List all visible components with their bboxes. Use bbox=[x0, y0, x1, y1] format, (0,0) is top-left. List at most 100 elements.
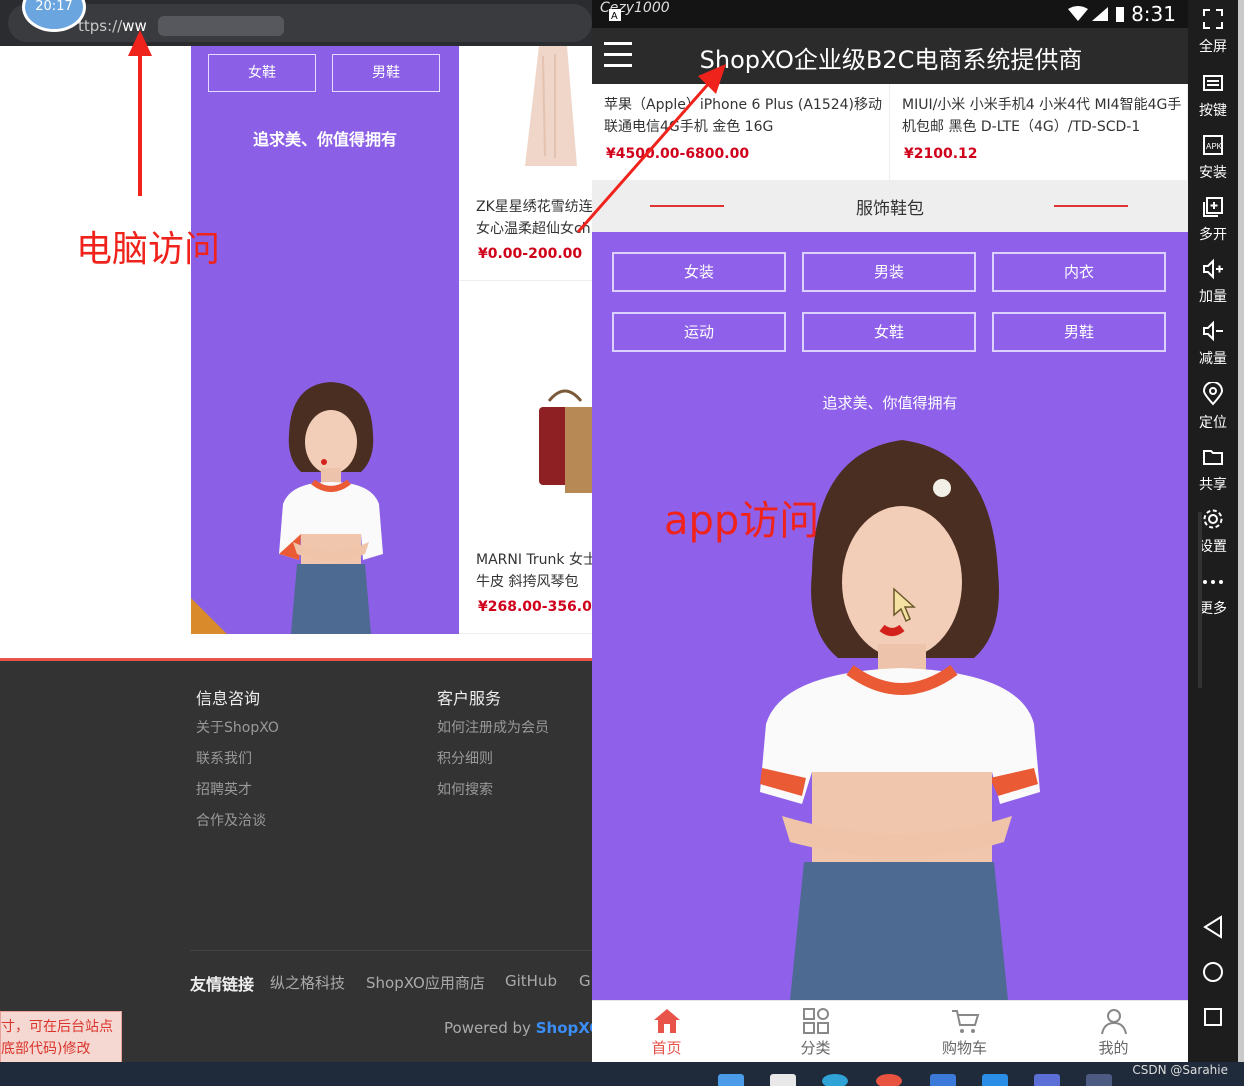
tab-label: 购物车 bbox=[941, 1039, 987, 1057]
taskbar-app-icon[interactable] bbox=[982, 1074, 1008, 1086]
notice-line: 寸，可在后台站点 bbox=[1, 1019, 113, 1035]
location-icon bbox=[1202, 381, 1224, 406]
category-banner: 女装 男装 内衣 运动 女鞋 男鞋 追求美、你值得拥有 bbox=[592, 232, 1188, 1000]
keyboard-icon bbox=[1203, 75, 1223, 91]
product-card-xiaomi[interactable]: MIUI/小米 小米手机4 小米4代 MI4智能4G手机包邮 黑色 D-LTE（… bbox=[890, 84, 1188, 180]
footer-link[interactable]: 积分细则 bbox=[437, 748, 493, 768]
volume-up-icon bbox=[1203, 258, 1223, 280]
install-apk-button[interactable]: APK 安装 bbox=[1188, 134, 1238, 182]
product-name[interactable]: MARNI Trunk 女士 bbox=[476, 549, 592, 571]
volume-down-button[interactable]: 减量 bbox=[1188, 320, 1238, 368]
multi-open-icon bbox=[1203, 197, 1223, 217]
footer-link[interactable]: 关于ShopXO bbox=[196, 717, 279, 737]
chrome-icon[interactable] bbox=[876, 1074, 902, 1086]
location-button[interactable]: 定位 bbox=[1188, 381, 1238, 432]
taskbar-app-icon[interactable] bbox=[1086, 1074, 1112, 1086]
share-button[interactable]: 共享 bbox=[1188, 446, 1238, 494]
category-banner: 女鞋 男鞋 追求美、你值得拥有 bbox=[191, 46, 459, 634]
fullscreen-icon bbox=[1203, 9, 1223, 29]
site-footer: 信息咨询 关于ShopXO 联系我们 招聘英才 合作及洽谈 客户服务 如何注册成… bbox=[0, 658, 592, 1062]
keyboard-button[interactable]: 按键 bbox=[1188, 72, 1238, 120]
tab-profile[interactable]: 我的 bbox=[1039, 1001, 1188, 1062]
corner-fold bbox=[191, 598, 227, 634]
tab-cart[interactable]: 购物车 bbox=[890, 1001, 1039, 1062]
footer-link[interactable]: 招聘英才 bbox=[196, 779, 252, 799]
url-field[interactable]: ttps://ww bbox=[8, 4, 592, 42]
footer-col-title: 信息咨询 bbox=[196, 689, 261, 708]
tab-home[interactable]: 首页 bbox=[592, 1001, 741, 1062]
product-price: ¥2100.12 bbox=[904, 146, 978, 162]
user-icon bbox=[1100, 1009, 1127, 1035]
notice-line: 底部代码)修改 bbox=[1, 1041, 91, 1057]
taskbar-app-icon[interactable] bbox=[1034, 1074, 1060, 1086]
side-label: 共享 bbox=[1199, 477, 1227, 493]
banner-slogan: 追求美、你值得拥有 bbox=[252, 130, 397, 149]
footer-notice: 寸，可在后台站点 底部代码)修改 bbox=[0, 1011, 122, 1062]
footer-link[interactable]: 如何注册成为会员 bbox=[437, 717, 549, 737]
tab-category[interactable]: 分类 bbox=[741, 1001, 890, 1062]
category-button[interactable]: 男鞋 bbox=[992, 312, 1166, 352]
windows-taskbar: CSDN @Sarahie bbox=[0, 1062, 1244, 1086]
product-name[interactable]: MIUI/小米 小米手机4 小米4代 MI4智能4G手机包邮 黑色 D-LTE（… bbox=[902, 94, 1182, 138]
product-name-line2[interactable]: 牛皮 斜挎风琴包 bbox=[476, 571, 578, 593]
status-bar: Cezy1000 A 8:31 bbox=[592, 0, 1188, 28]
side-label: 加量 bbox=[1199, 289, 1227, 305]
footer-link[interactable]: 合作及洽谈 bbox=[196, 810, 266, 830]
settings-icon bbox=[1203, 509, 1223, 529]
edge-browser-icon[interactable] bbox=[822, 1074, 848, 1086]
side-label: 多开 bbox=[1199, 227, 1227, 243]
volume-up-button[interactable]: 加量 bbox=[1188, 258, 1238, 306]
friend-link[interactable]: ShopXO应用商店 bbox=[366, 972, 485, 993]
bottom-tab-bar: 首页 分类 购物车 我的 bbox=[592, 1000, 1188, 1062]
more-icon bbox=[1203, 580, 1223, 584]
volume-down-icon bbox=[1203, 320, 1223, 342]
taskbar-app-icon[interactable] bbox=[770, 1074, 796, 1086]
side-scroll-track bbox=[1198, 512, 1202, 688]
product-price: ¥0.00-200.00 bbox=[478, 246, 583, 262]
powered-brand[interactable]: ShopXO bbox=[536, 1019, 592, 1037]
category-button[interactable]: 男装 bbox=[802, 252, 976, 292]
nav-recents-icon[interactable] bbox=[1203, 1007, 1223, 1027]
category-button[interactable]: 女装 bbox=[612, 252, 786, 292]
csdn-watermark: CSDN @Sarahie bbox=[1132, 1063, 1228, 1077]
footer-col-title: 客户服务 bbox=[437, 689, 502, 708]
tab-label: 我的 bbox=[1098, 1039, 1129, 1057]
emulator-side-panel: 全屏 按键 APK 安装 多开 加量 减量 定位 共享 设置 更多 bbox=[1188, 0, 1238, 1062]
category-button[interactable]: 女鞋 bbox=[802, 312, 976, 352]
side-label: 按键 bbox=[1199, 103, 1227, 119]
svg-text:APK: APK bbox=[1206, 142, 1223, 151]
nav-back-icon[interactable] bbox=[1203, 915, 1223, 939]
annotation-pc-access: 电脑访问 bbox=[76, 229, 221, 270]
footer-link[interactable]: 如何搜索 bbox=[437, 779, 493, 799]
blurred-url bbox=[158, 16, 284, 36]
category-button[interactable]: 内衣 bbox=[992, 252, 1166, 292]
multi-open-button[interactable]: 多开 bbox=[1188, 196, 1238, 244]
category-button[interactable]: 运动 bbox=[612, 312, 786, 352]
product-price: ¥268.00-356.00 bbox=[478, 599, 592, 615]
powered-prefix: Powered by bbox=[444, 1019, 536, 1037]
apk-install-icon: APK bbox=[1203, 135, 1223, 155]
nav-home-icon[interactable] bbox=[1202, 961, 1224, 983]
category-button-women-shoes[interactable]: 女鞋 bbox=[208, 54, 316, 92]
svg-text:A: A bbox=[611, 11, 618, 22]
taskbar-app-icon[interactable] bbox=[930, 1074, 956, 1086]
side-label: 全屏 bbox=[1199, 39, 1227, 55]
settings-button[interactable]: 设置 bbox=[1188, 508, 1238, 556]
url-prefix: ttps:// bbox=[78, 17, 123, 35]
fullscreen-button[interactable]: 全屏 bbox=[1188, 8, 1238, 56]
status-time: 8:31 bbox=[1131, 2, 1176, 26]
annotation-arrow-diagonal bbox=[576, 64, 726, 233]
friend-link[interactable]: GitHub bbox=[505, 972, 557, 990]
annotation-app-access: app访问 bbox=[664, 498, 820, 544]
more-button[interactable]: 更多 bbox=[1188, 572, 1238, 618]
category-button-men-shoes[interactable]: 男鞋 bbox=[332, 54, 440, 92]
side-label: 更多 bbox=[1199, 601, 1227, 617]
powered-by: Powered by ShopXO bbox=[444, 1019, 592, 1037]
cart-icon bbox=[951, 1010, 979, 1033]
product-card-bag[interactable]: MARNI Trunk 女士 牛皮 斜挎风琴包 ¥268.00-356.00 bbox=[459, 281, 592, 634]
start-icon[interactable] bbox=[718, 1074, 744, 1086]
friend-link[interactable]: 纵之格科技 bbox=[270, 972, 345, 993]
friend-link[interactable]: G bbox=[579, 972, 591, 990]
section-line-right bbox=[1054, 205, 1128, 207]
footer-link[interactable]: 联系我们 bbox=[196, 748, 252, 768]
